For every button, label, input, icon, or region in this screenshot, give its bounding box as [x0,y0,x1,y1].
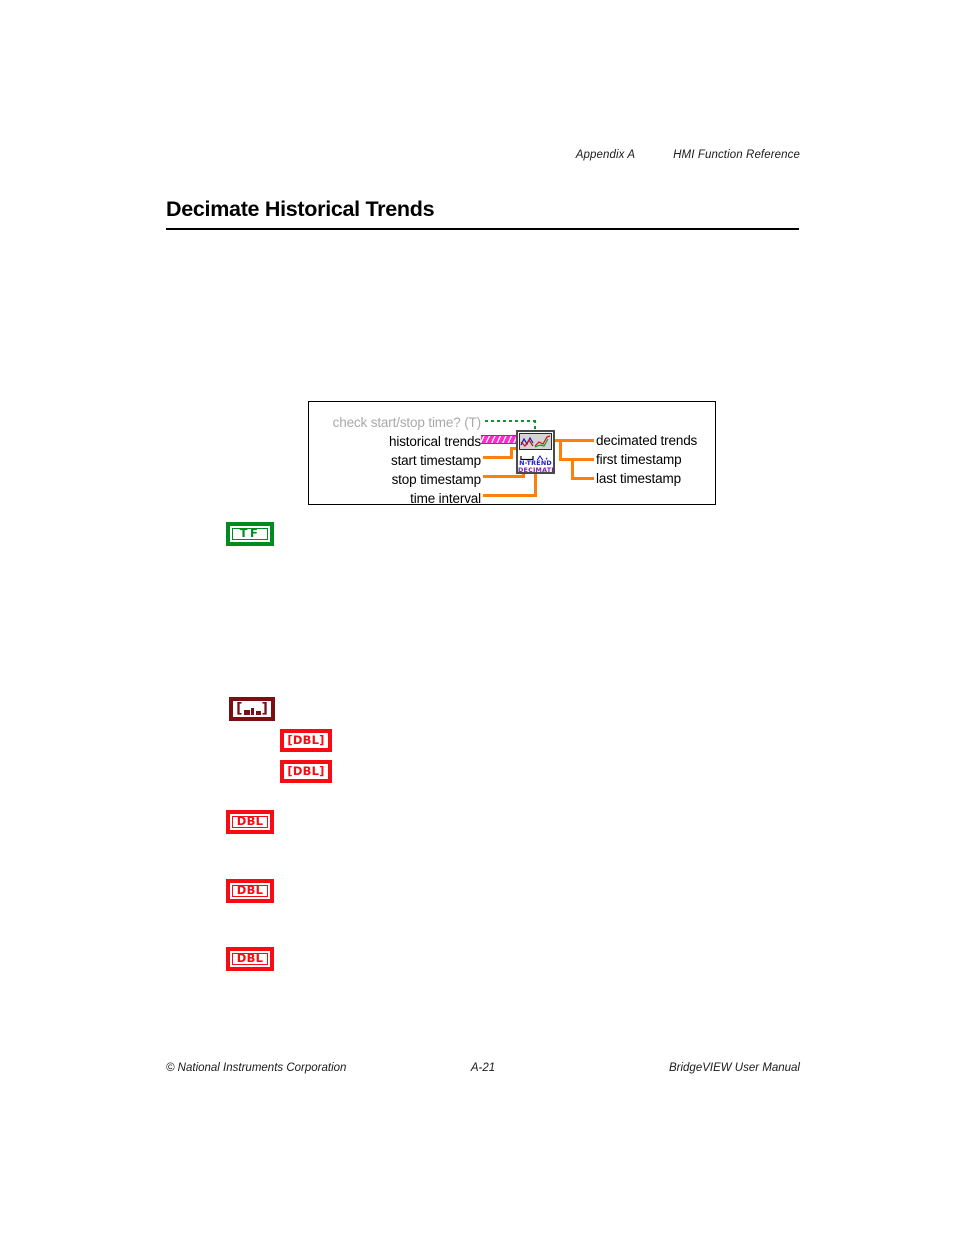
input-label-historical-trends: historical trends [389,434,481,449]
terminal-icon-double-2-inner: DBL [232,885,268,897]
connector-pane-frame: check start/stop time? (T) historical tr… [308,401,716,505]
terminal-icon-boolean-tf-label: TF [239,526,261,541]
vi-icon-label-line2: DECIMATE [518,466,555,474]
cluster-glyph [243,704,261,715]
output-label-last-timestamp: last timestamp [596,471,681,486]
terminal-icon-double-3-inner: DBL [232,953,268,965]
terminal-icon-boolean-tf-inner: TF [232,528,268,540]
terminal-icon-array-of-double-1: [DBL] [280,729,332,752]
connector-pane-diagram: check start/stop time? (T) historical tr… [309,402,715,506]
terminal-icon-double-2-label: DBL [236,883,264,898]
input-label-check-start-stop-time: check start/stop time? (T) [332,415,482,430]
wire-start-timestamp-horizontal [483,456,513,459]
running-head-appendix: Appendix A [575,149,636,161]
terminal-icon-array-of-double-2-label: [DBL] [287,763,325,778]
running-head-section: HMI Function Reference [673,149,800,161]
terminal-icon-array-of-double-1-inner: [DBL] [285,734,327,747]
input-label-stop-timestamp: stop timestamp [391,472,482,487]
terminal-icon-double-1: DBL [226,810,274,834]
title-rule [166,228,799,230]
input-label-start-timestamp: start timestamp [390,453,481,468]
terminal-icon-double-1-label: DBL [236,814,264,829]
wire-first-timestamp-horizontal [559,458,594,461]
terminal-icon-double-3-label: DBL [236,951,264,966]
output-label-decimated-trends: decimated trends [596,433,698,448]
terminal-icon-double-1-inner: DBL [232,816,268,828]
wire-historical-trends [481,435,521,444]
terminal-icon-array-of-cluster: [ ] [229,697,275,721]
terminal-icon-array-of-cluster-inner: [ ] [235,700,269,717]
wire-first-timestamp-vertical [559,439,562,458]
vi-icon-trend-lines [520,435,551,448]
bracket-open-glyph: [ [236,700,243,717]
manual-page: Appendix A HMI Function Reference Decimat… [0,0,954,1235]
terminal-icon-array-of-double-2-inner: [DBL] [285,765,327,778]
terminal-icon-boolean-tf: TF [226,522,274,546]
terminal-icon-array-of-double-2: [DBL] [280,760,332,783]
vi-icon-graph-area [519,433,552,450]
input-label-time-interval: time interval [410,491,481,506]
wire-stop-timestamp-horizontal [483,475,525,478]
bracket-close-glyph: ] [261,700,268,717]
page-title: Decimate Historical Trends [166,197,435,221]
footer-manual-title: BridgeVIEW User Manual [668,1062,800,1074]
wire-last-timestamp-horizontal [571,477,594,480]
terminal-icon-array-of-double-1-label: [DBL] [287,732,325,747]
wire-last-timestamp-vertical [571,458,574,477]
wire-time-interval-horizontal [483,494,537,497]
running-head: Appendix A HMI Function Reference [160,149,800,161]
terminal-icon-double-3: DBL [226,947,274,971]
vi-icon-n-trend-decimate: t N-TREND DECIMATE [516,430,555,474]
output-label-first-timestamp: first timestamp [596,452,682,467]
wire-check-start-stop-time-horizontal [485,420,536,422]
terminal-icon-double-2: DBL [226,879,274,903]
